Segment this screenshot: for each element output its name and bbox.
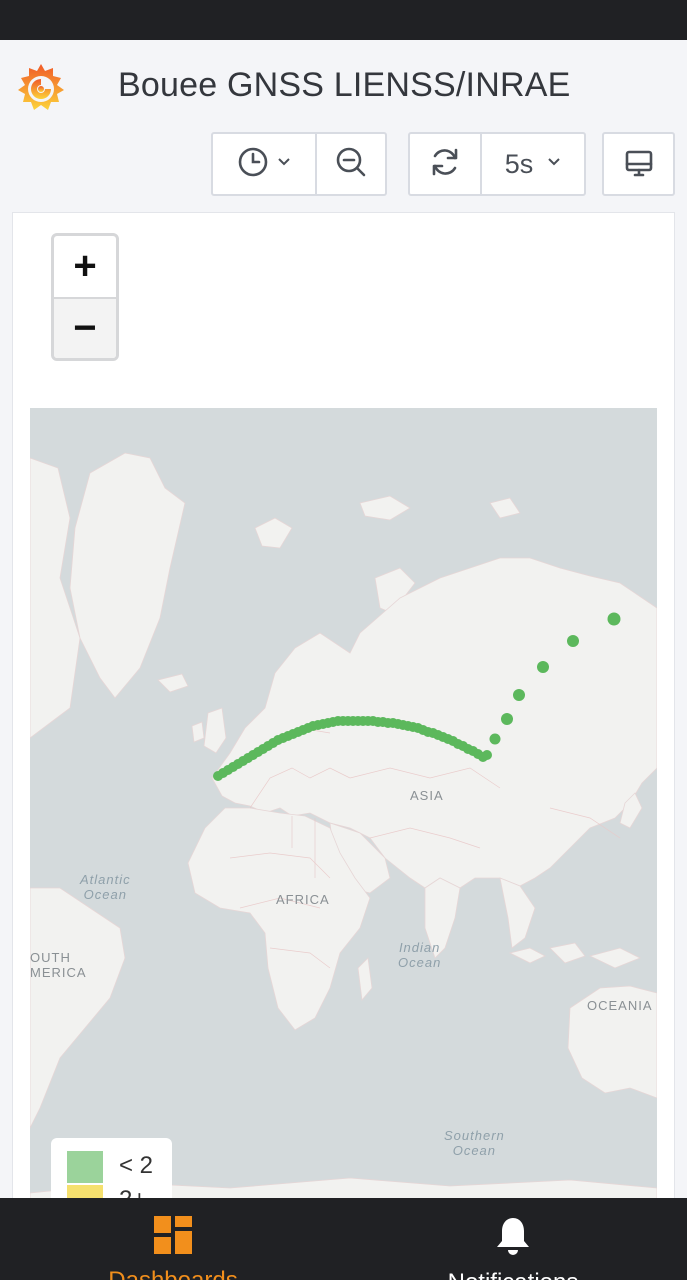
map-zoom-out-button[interactable]: −: [54, 297, 116, 358]
legend-label-low: < 2: [119, 1152, 154, 1179]
chevron-down-icon: [277, 155, 291, 174]
bell-icon: [495, 1216, 531, 1261]
nav-notifications-label: Notifications: [448, 1269, 579, 1280]
time-controls: [211, 132, 387, 196]
bottom-navigation: Dashboards Notifications: [0, 1198, 687, 1280]
monitor-icon: [623, 148, 655, 180]
chevron-down-icon: [547, 155, 561, 174]
clock-icon: [237, 146, 269, 183]
dashboards-icon: [154, 1216, 192, 1259]
zoom-out-icon: [334, 145, 368, 184]
map-zoom-control: + −: [51, 233, 119, 361]
map-label-asia: ASIA: [410, 788, 444, 803]
nav-notifications[interactable]: Notifications: [430, 1198, 596, 1280]
map-label-africa: AFRICA: [276, 892, 330, 907]
map-label-oceania: OCEANIA: [587, 998, 653, 1013]
refresh-interval-picker[interactable]: 5s: [482, 134, 584, 194]
legend-swatch-low: [67, 1151, 103, 1183]
dashboard-header: Bouee GNSS LIENSS/INRAE 5s: [0, 40, 687, 212]
refresh-button[interactable]: [410, 134, 480, 194]
map-label-indian-ocean: Indian Ocean: [398, 940, 442, 970]
nav-dashboards[interactable]: Dashboards: [90, 1198, 256, 1280]
map-label-atlantic-ocean: Atlantic Ocean: [80, 872, 131, 902]
map-tiles: [30, 452, 657, 1200]
dashboard-title: Bouee GNSS LIENSS/INRAE: [118, 66, 571, 104]
map-label-southern-ocean: Southern Ocean: [444, 1128, 505, 1158]
map-label-south-america: OUTH MERICA: [30, 950, 87, 980]
refresh-controls: 5s: [408, 132, 586, 196]
time-picker-button[interactable]: [213, 134, 315, 194]
status-bar: [0, 0, 687, 40]
refresh-interval-label: 5s: [504, 148, 534, 179]
map-zoom-in-button[interactable]: +: [54, 236, 116, 297]
world-map[interactable]: ASIA AFRICA OUTH MERICA OCEANIA Atlantic…: [30, 408, 657, 1200]
nav-dashboards-label: Dashboards: [108, 1267, 237, 1280]
grafana-logo[interactable]: [14, 60, 68, 114]
view-mode-button[interactable]: [602, 132, 675, 196]
refresh-icon: [428, 145, 462, 184]
zoom-out-time-button[interactable]: [317, 134, 385, 194]
